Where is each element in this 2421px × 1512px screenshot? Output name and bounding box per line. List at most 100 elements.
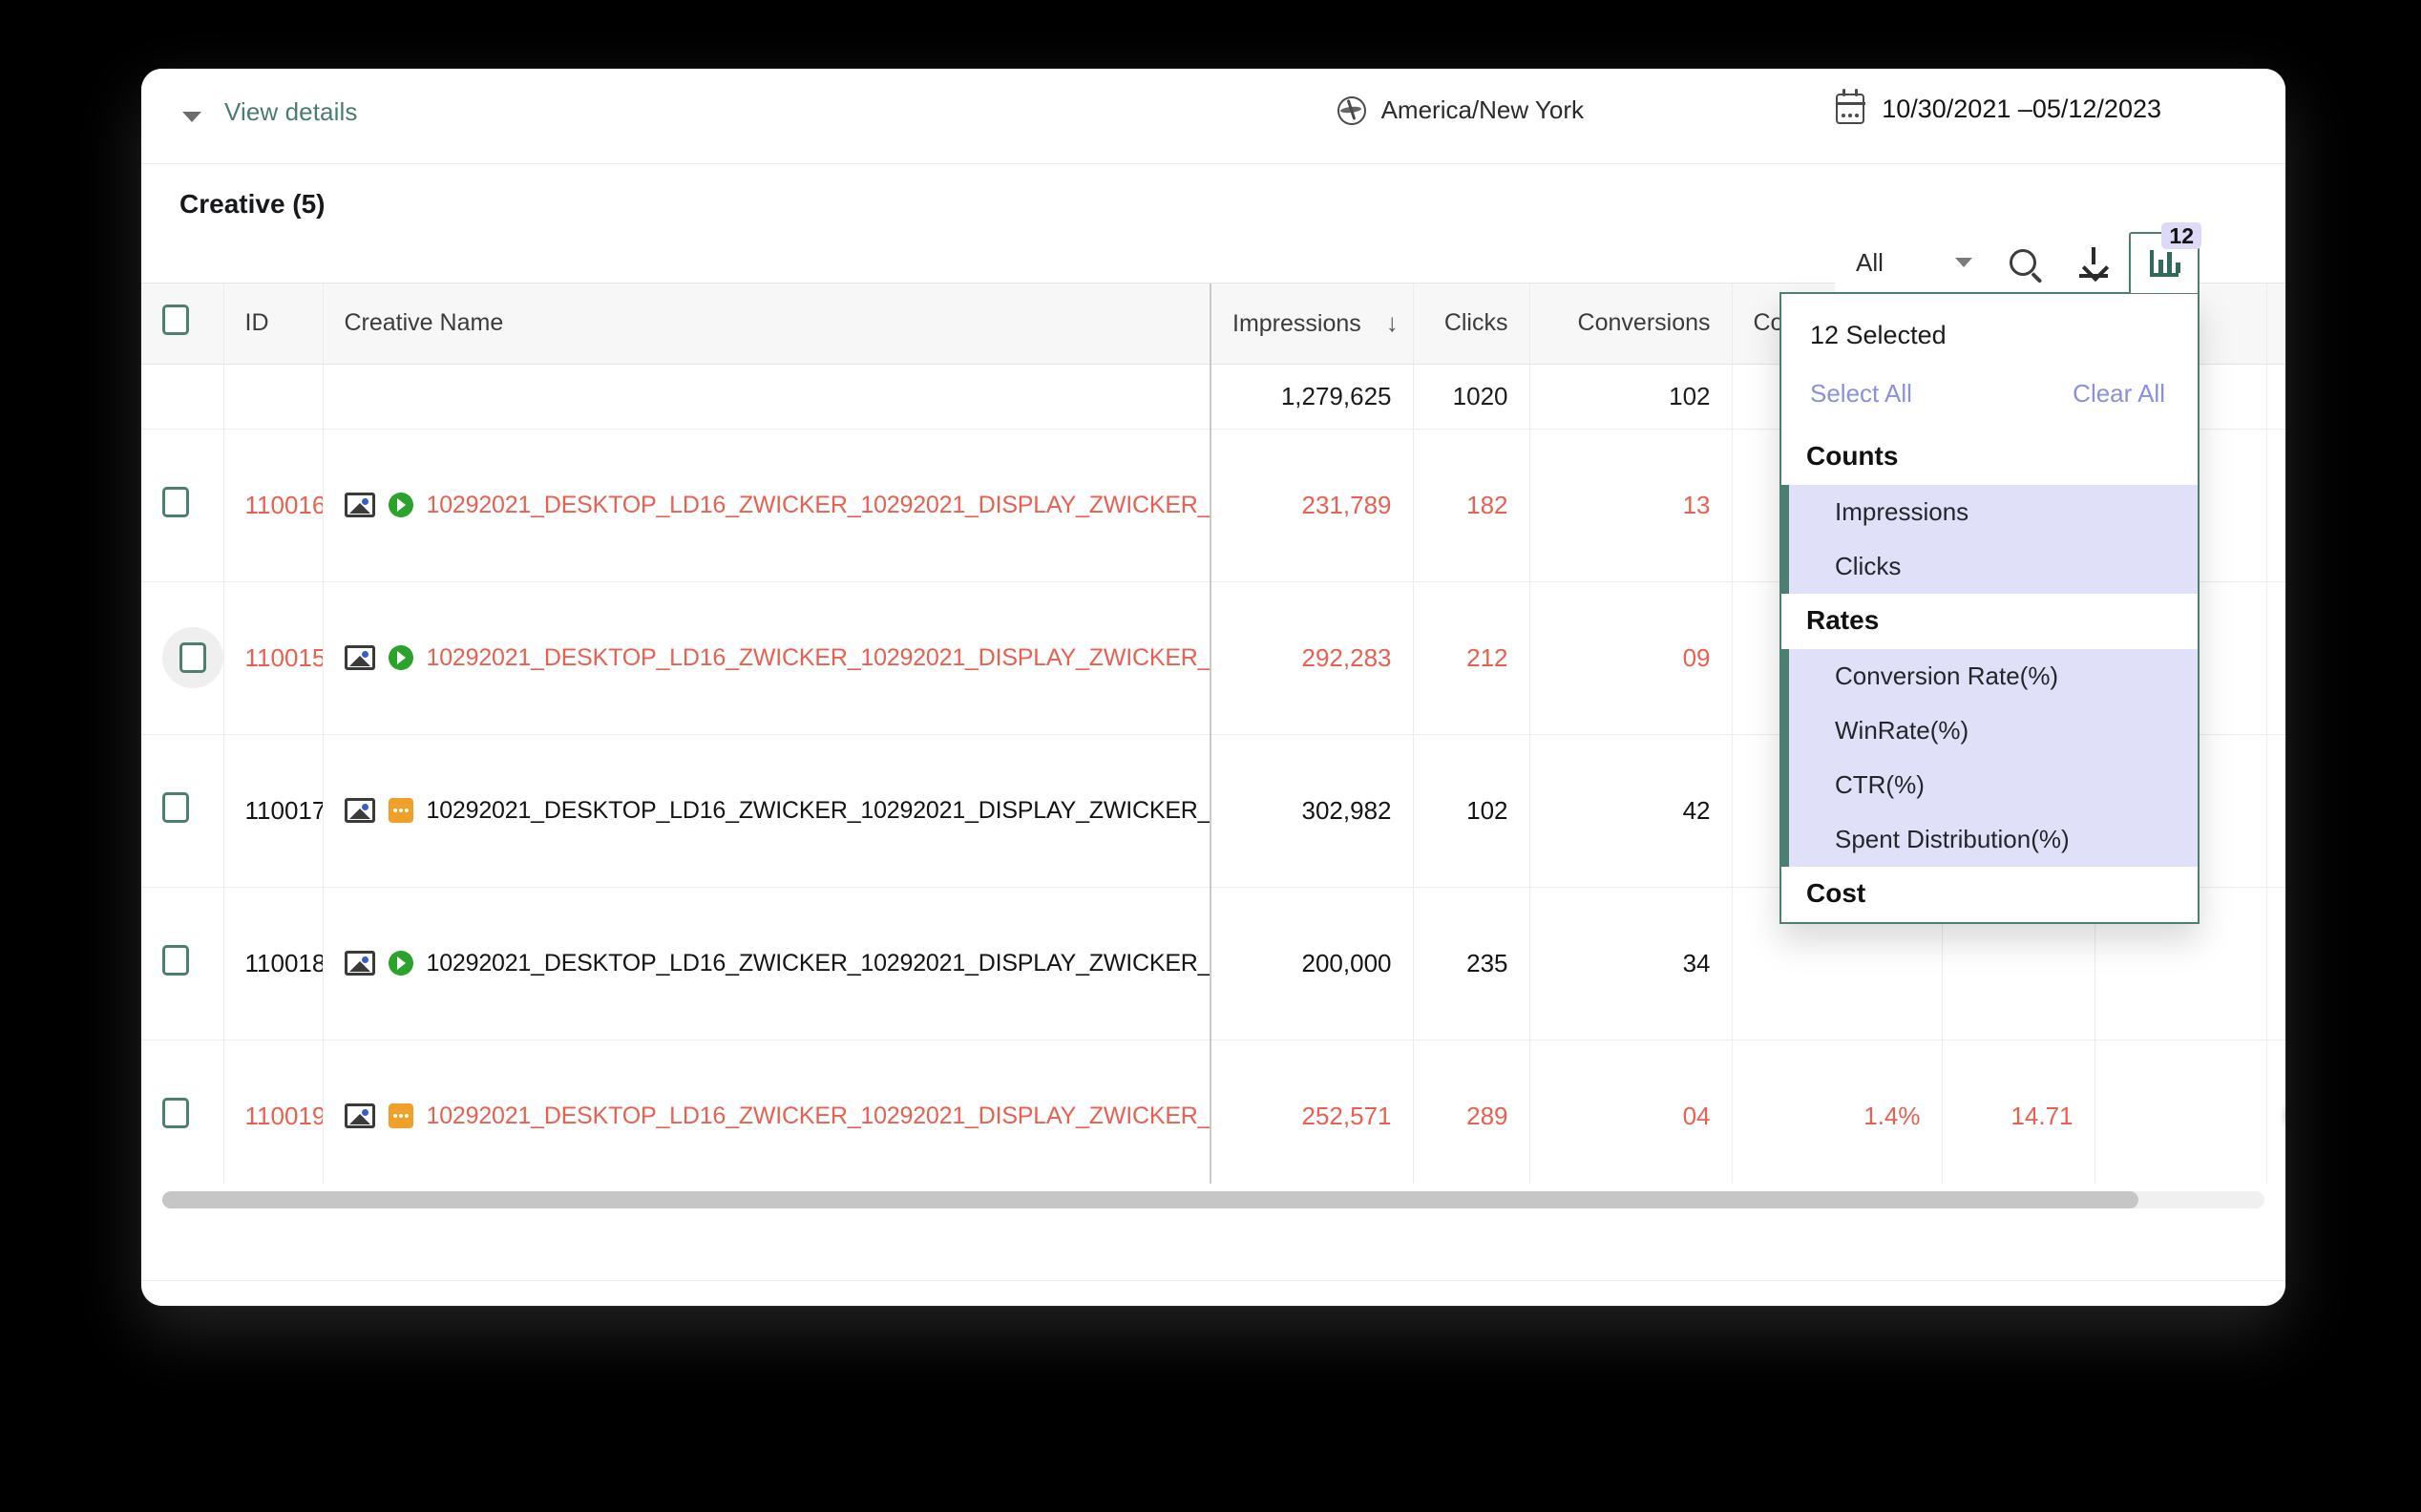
metric-selector-button[interactable]: 12: [2129, 222, 2201, 293]
dropdown-item[interactable]: Clicks: [1781, 539, 2198, 594]
dropdown-item[interactable]: Conversion Rate(%): [1781, 649, 2198, 704]
search-button[interactable]: [1988, 233, 2058, 292]
image-icon: [344, 798, 375, 823]
search-icon: [2010, 249, 2036, 276]
toggle-knob: [2284, 1094, 2285, 1131]
row-id[interactable]: 110016: [223, 429, 324, 582]
view-details-link[interactable]: View details: [224, 97, 357, 127]
table-row[interactable]: 110019 10292021_DESKTOP_LD16_ZWICKER_1029…: [141, 1040, 2285, 1193]
metric-count-badge: 12: [2161, 222, 2201, 250]
dropdown-item[interactable]: Impressions: [1781, 485, 2198, 539]
row-select-cell: [141, 1040, 224, 1193]
play-circle-icon: [388, 645, 413, 670]
totals-select-cell: [141, 364, 224, 430]
scrollbar-track[interactable]: [162, 1191, 2264, 1208]
row-checkbox[interactable]: [162, 1097, 189, 1128]
pending-icon: [388, 1103, 413, 1128]
row-creative-name[interactable]: 10292021_DESKTOP_LD16_ZWICKER_10292021_D…: [427, 644, 1210, 672]
dropdown-item[interactable]: WinRate(%): [1781, 704, 2198, 758]
row-name-cell: 10292021_DESKTOP_LD16_ZWICKER_10292021_D…: [323, 734, 1211, 888]
row-checkbox[interactable]: [162, 791, 189, 823]
timezone-indicator[interactable]: America/New York: [1337, 95, 1584, 125]
row-clicks: 235: [1413, 887, 1530, 1040]
row-creative-name[interactable]: 10292021_DESKTOP_LD16_ZWICKER_10292021_D…: [427, 492, 1210, 519]
row-checkbox[interactable]: [162, 944, 189, 976]
table-footer-strip: [141, 1228, 2285, 1281]
header-creative-name[interactable]: Creative Name: [323, 284, 1211, 365]
row-toggle-cell: [2266, 429, 2285, 582]
play-circle-icon: [388, 493, 413, 517]
download-button[interactable]: [2058, 233, 2129, 292]
row-id[interactable]: 110017: [223, 734, 324, 888]
table-toolbar: All 12: [1835, 222, 2201, 293]
dropdown-group-header: Cost: [1781, 867, 2198, 922]
page-title: Creative (5): [179, 189, 326, 219]
row-impressions: 292,283: [1210, 581, 1414, 735]
filter-select[interactable]: All: [1835, 233, 1988, 292]
row-id[interactable]: 110019: [223, 1040, 324, 1193]
row-clicks: 182: [1413, 429, 1530, 582]
row-toggle-cell: [2266, 581, 2285, 735]
row-select-cell: [141, 887, 224, 1040]
date-range-label: 10/30/2021 –05/12/2023: [1882, 94, 2161, 123]
row-spent: [2095, 1040, 2267, 1193]
row-id[interactable]: 110015: [223, 581, 324, 735]
row-checkbox[interactable]: [179, 642, 206, 673]
horizontal-scrollbar[interactable]: [141, 1184, 2285, 1216]
header-impressions[interactable]: Impressions ↓: [1210, 284, 1414, 365]
select-all-checkbox[interactable]: [162, 304, 189, 336]
totals-impressions: 1,279,625: [1210, 364, 1414, 430]
totals-id-cell: [223, 364, 324, 430]
selected-count-label: 12 Selected: [1810, 321, 1947, 349]
totals-name-cell: [323, 364, 1211, 430]
row-conversions: 34: [1529, 887, 1733, 1040]
row-select-cell: [141, 734, 224, 888]
image-icon: [344, 645, 375, 670]
date-range-picker[interactable]: 10/30/2021 –05/12/2023: [1835, 89, 2161, 124]
row-conversion-rate: 1.4%: [1732, 1040, 1943, 1193]
row-impressions: 200,000: [1210, 887, 1414, 1040]
dropdown-group-list: Counts Impressions Clicks Rates Conversion R…: [1781, 430, 2198, 922]
dropdown-item[interactable]: Spent Distribution(%): [1781, 812, 2198, 867]
row-name-cell: 10292021_DESKTOP_LD16_ZWICKER_10292021_D…: [323, 887, 1211, 1040]
row-impressions: 252,571: [1210, 1040, 1414, 1193]
row-clicks: 289: [1413, 1040, 1530, 1193]
header-id[interactable]: ID: [223, 284, 324, 365]
download-icon: [2079, 247, 2108, 278]
row-id[interactable]: 110018: [223, 887, 324, 1040]
row-checkbox[interactable]: [162, 486, 189, 517]
chevron-down-icon: [1955, 258, 1972, 267]
row-creative-name[interactable]: 10292021_DESKTOP_LD16_ZWICKER_10292021_D…: [427, 950, 1210, 977]
sort-descending-icon[interactable]: ↓: [1386, 308, 1399, 338]
row-creative-name[interactable]: 10292021_DESKTOP_LD16_ZWICKER_10292021_D…: [427, 797, 1210, 825]
scrollbar-thumb[interactable]: [162, 1191, 2138, 1208]
row-impressions: 231,789: [1210, 429, 1414, 582]
row-checkbox-hover[interactable]: [162, 627, 222, 688]
dropdown-item[interactable]: CTR(%): [1781, 758, 2198, 812]
clear-all-link[interactable]: Clear All: [2073, 379, 2165, 409]
image-icon: [344, 1103, 375, 1128]
header-clicks[interactable]: Clicks: [1413, 284, 1530, 365]
row-creative-name[interactable]: 10292021_DESKTOP_LD16_ZWICKER_10292021_D…: [427, 1102, 1210, 1130]
header-conversions[interactable]: Conversions: [1529, 284, 1733, 365]
row-select-cell: [141, 581, 224, 735]
totals-clicks: 1020: [1413, 364, 1530, 430]
filter-select-value: All: [1856, 247, 1884, 277]
row-conversions: 09: [1529, 581, 1733, 735]
row-name-cell: 10292021_DESKTOP_LD16_ZWICKER_10292021_D…: [323, 1040, 1211, 1193]
bar-chart-icon: [2150, 250, 2180, 277]
dropdown-group-header: Counts: [1781, 430, 2198, 485]
globe-icon: [1337, 95, 1366, 125]
totals-toggle: [2266, 364, 2285, 430]
totals-conversions: 102: [1529, 364, 1733, 430]
chevron-down-icon[interactable]: [182, 112, 201, 122]
metric-selector-dropdown: 12 Selected Select All Clear All Counts I…: [1779, 292, 2200, 924]
row-conversions: 04: [1529, 1040, 1733, 1193]
header-toggle[interactable]: t: [2266, 284, 2285, 365]
dropdown-group-header: Rates: [1781, 594, 2198, 649]
timezone-label: America/New York: [1380, 95, 1584, 124]
row-toggle-cell: [2266, 734, 2285, 888]
select-all-link[interactable]: Select All: [1810, 379, 1912, 409]
row-toggle-cell: [2266, 887, 2285, 1040]
row-name-cell: 10292021_DESKTOP_LD16_ZWICKER_10292021_D…: [323, 581, 1211, 735]
